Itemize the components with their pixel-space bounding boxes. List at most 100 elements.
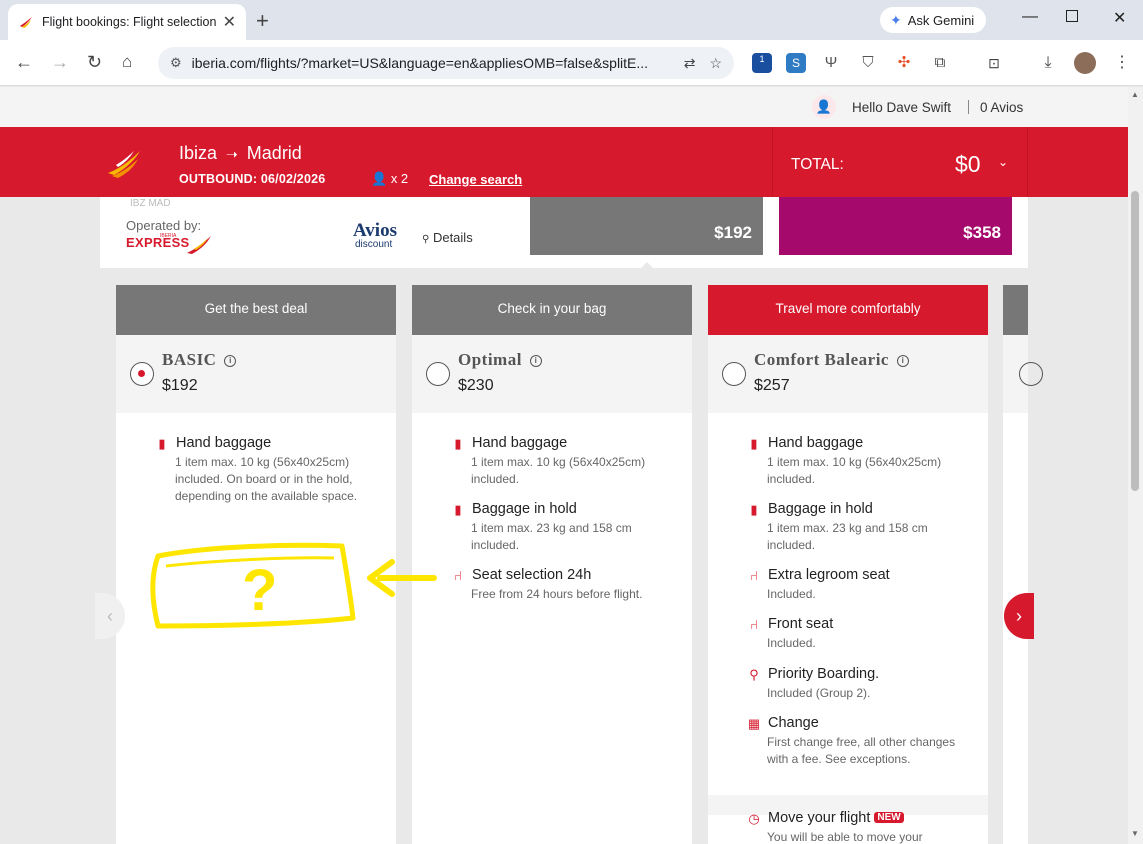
walking-person-icon: ⚲ <box>749 667 759 682</box>
close-window-icon[interactable]: ✕ <box>1113 8 1126 28</box>
menu-kebab-icon[interactable]: ⋮ <box>1112 53 1132 73</box>
fare-card-basic[interactable]: Get the best deal BASIC i $192 ▮ Hand bag… <box>116 285 396 844</box>
economy-price-button[interactable]: $192 <box>530 197 763 255</box>
extension-butterfly-icon[interactable]: ✣ <box>894 53 914 73</box>
browser-tab-bar: Flight bookings: Flight selection ✕ + ✦ … <box>0 0 1143 40</box>
clock-icon: ◷ <box>748 811 760 826</box>
info-icon[interactable]: i <box>529 355 542 367</box>
gemini-sparkle-icon: ✦ <box>890 11 902 28</box>
fare-price: $192 <box>162 377 198 394</box>
extension-badge-icon[interactable]: 1 <box>752 53 772 73</box>
seat-icon: ⑁ <box>454 568 462 583</box>
express-wing-icon <box>187 236 211 254</box>
total-value[interactable]: $0 <box>955 151 981 178</box>
back-icon[interactable]: ← <box>15 52 33 73</box>
site-settings-icon[interactable]: ⚙ <box>170 55 182 71</box>
feature-title: Move your flight NEW <box>768 810 904 826</box>
extensions-puzzle-icon[interactable]: ⧉ <box>930 53 950 73</box>
maximize-icon[interactable] <box>1066 10 1078 22</box>
scroll-down-icon[interactable]: ▼ <box>1131 829 1139 838</box>
feature-desc: 1 item max. 10 kg (56x40x25cm) included. <box>471 455 646 486</box>
divider <box>1027 127 1028 197</box>
fare-summary <box>1003 335 1043 413</box>
page-scrollbar[interactable]: ▲ ▼ <box>1128 87 1143 844</box>
new-tab-button[interactable]: + <box>256 8 269 34</box>
carrier-logo: EXPRESS <box>126 235 190 250</box>
fare-radio-next[interactable] <box>1019 362 1043 386</box>
fare-radio-comfort[interactable] <box>722 362 746 386</box>
tab-search-icon[interactable]: ⊡ <box>984 53 1004 73</box>
minimize-icon[interactable]: — <box>1022 8 1038 26</box>
ask-gemini-button[interactable]: ✦ Ask Gemini <box>880 7 986 33</box>
passenger-count: 👤 x 2 <box>371 171 409 186</box>
feature-desc: 1 item max. 23 kg and 158 cm included. <box>767 521 928 552</box>
scroll-up-icon[interactable]: ▲ <box>1131 90 1139 99</box>
fare-name: BASIC i <box>162 350 237 370</box>
feature-desc: 1 item max. 23 kg and 158 cm included. <box>471 521 632 552</box>
feature-title: Hand baggage <box>176 435 272 451</box>
fare-summary: BASIC i $192 <box>116 335 396 413</box>
fare-summary: Optimal i $230 <box>412 335 692 413</box>
extension-trident-icon[interactable]: Ψ <box>821 53 841 73</box>
destination-city: Madrid <box>246 143 302 163</box>
business-price-button[interactable]: $358 <box>779 197 1012 255</box>
scroll-thumb[interactable] <box>1131 191 1139 491</box>
extension-shield-icon[interactable]: ⛉ <box>858 53 878 73</box>
divider <box>968 100 969 114</box>
fare-price: $257 <box>754 377 790 394</box>
airport-codes: IBZ MAD <box>130 198 171 209</box>
fare-card-optimal[interactable]: Check in your bag Optimal i $230 ▮ Hand b… <box>412 285 692 844</box>
booking-summary-bar: Ibiza ➝ Madrid OUTBOUND: 06/02/2026 👤 x … <box>0 127 1128 197</box>
address-bar[interactable]: ⚙ iberia.com/flights/?market=US&language… <box>158 47 734 79</box>
details-link[interactable]: ⚲ Details <box>422 230 473 245</box>
user-strip <box>0 87 1128 127</box>
avios-balance[interactable]: 0 Avios <box>980 100 1023 115</box>
luggage-icon: ▮ <box>750 502 758 517</box>
suitcase-icon: ▮ <box>750 436 758 451</box>
suitcase-icon: ▮ <box>454 436 462 451</box>
extension-s-icon[interactable]: S <box>786 53 806 73</box>
feature-title: Baggage in hold <box>768 501 873 517</box>
tab-title: Flight bookings: Flight selection <box>42 15 217 29</box>
fare-card-comfort[interactable]: Travel more comfortably Comfort Balearic… <box>708 285 988 844</box>
total-label: TOTAL: <box>791 156 844 173</box>
chevron-down-icon[interactable]: ⌄ <box>998 155 1008 169</box>
iberia-logo-icon <box>108 151 140 178</box>
feature-desc: Included (Group 2). <box>767 686 871 700</box>
feature-desc: You will be able to move your <box>767 830 923 844</box>
close-tab-icon[interactable]: ✕ <box>223 12 236 32</box>
profile-avatar[interactable] <box>1074 52 1096 74</box>
change-search-link[interactable]: Change search <box>429 172 522 187</box>
bookmark-star-icon[interactable]: ☆ <box>709 55 722 72</box>
fare-radio-basic[interactable] <box>130 362 154 386</box>
front-seat-icon: ⑁ <box>750 617 758 632</box>
origin-city: Ibiza <box>179 143 218 163</box>
feature-desc: 1 item max. 10 kg (56x40x25cm) included.… <box>175 455 358 503</box>
page-viewport: 👤 Hello Dave Swift 0 Avios Ibiza ➝ Madri… <box>0 87 1128 844</box>
url-text[interactable]: iberia.com/flights/?market=US&language=e… <box>192 55 670 71</box>
feature-title: Hand baggage <box>768 435 864 451</box>
feature-title: Priority Boarding. <box>768 666 880 682</box>
divider <box>772 127 773 197</box>
browser-tab[interactable]: Flight bookings: Flight selection ✕ <box>8 4 246 40</box>
download-icon[interactable]: ⤓ <box>1038 53 1058 73</box>
user-icon[interactable]: 👤 <box>812 95 836 119</box>
forward-icon[interactable]: → <box>51 52 69 73</box>
reload-icon[interactable]: ↻ <box>87 52 102 73</box>
new-badge: NEW <box>874 812 904 823</box>
feature-desc: Included. <box>767 636 816 650</box>
info-icon[interactable]: i <box>896 355 909 367</box>
gemini-label: Ask Gemini <box>907 12 975 28</box>
fare-name: Comfort Balearic i <box>754 350 909 370</box>
fare-tagline: Travel more comfortably <box>708 285 988 335</box>
home-icon[interactable]: ⌂ <box>122 52 132 72</box>
greeting[interactable]: Hello Dave Swift <box>852 100 951 115</box>
feature-title: Baggage in hold <box>472 501 577 517</box>
fare-card-next[interactable] <box>1003 285 1043 844</box>
translate-icon[interactable]: ⇄ <box>684 55 696 72</box>
fare-radio-optimal[interactable] <box>426 362 450 386</box>
feature-desc: 1 item max. 10 kg (56x40x25cm) included. <box>767 455 942 486</box>
info-icon[interactable]: i <box>224 355 237 367</box>
feature-desc: Included. <box>767 587 816 601</box>
suitcase-icon: ▮ <box>158 436 166 451</box>
